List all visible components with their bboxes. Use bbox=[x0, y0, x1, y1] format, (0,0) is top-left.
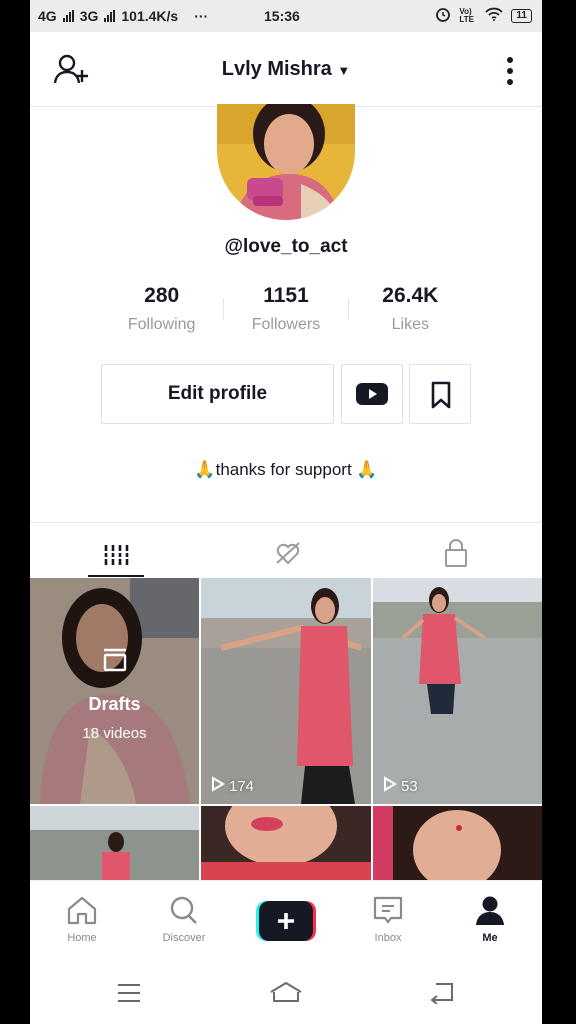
create-video-button[interactable] bbox=[256, 901, 316, 941]
video-thumbnail bbox=[373, 578, 542, 804]
play-icon bbox=[383, 776, 397, 796]
profile-icon bbox=[473, 896, 507, 928]
network-1-label: 4G bbox=[38, 8, 57, 24]
clock: 15:36 bbox=[264, 8, 300, 24]
play-icon bbox=[211, 776, 225, 796]
avatar[interactable] bbox=[217, 104, 355, 220]
heart-hidden-icon bbox=[268, 542, 308, 573]
video-tile[interactable]: 53 bbox=[373, 578, 542, 804]
wifi-icon bbox=[485, 7, 504, 24]
drafts-overlay: Drafts 18 videos bbox=[30, 578, 199, 804]
view-count: 174 bbox=[211, 776, 254, 796]
view-count-value: 174 bbox=[229, 777, 255, 795]
profile-header: Lvly Mishra ▼ bbox=[30, 32, 542, 107]
video-thumbnail bbox=[30, 806, 199, 880]
account-switcher[interactable]: Lvly Mishra ▼ bbox=[30, 58, 542, 81]
youtube-icon bbox=[356, 383, 388, 410]
caret-down-icon: ▼ bbox=[337, 63, 351, 78]
video-tile[interactable] bbox=[201, 806, 371, 880]
network-speed: 101.4K/s bbox=[121, 8, 179, 24]
video-tile[interactable] bbox=[30, 806, 199, 880]
edit-profile-button[interactable]: Edit profile bbox=[101, 364, 334, 424]
back-icon[interactable] bbox=[428, 980, 456, 1009]
home-icon bbox=[65, 896, 99, 928]
drafts-title: Drafts bbox=[88, 694, 141, 714]
battery-indicator: 11 bbox=[511, 8, 532, 23]
stats-row: 280 Following 1151 Followers 26.4K Likes bbox=[100, 284, 472, 334]
alarm-icon bbox=[435, 6, 451, 25]
drafts-box-icon bbox=[100, 644, 130, 679]
volte-label: Vo) LTE bbox=[459, 6, 474, 24]
video-tile[interactable] bbox=[373, 806, 542, 880]
followers-stat[interactable]: 1151 Followers bbox=[224, 284, 347, 334]
phone-screen: 4G 3G 101.4K/s ··· 15:36 Vo) LTE 11 Lvly… bbox=[30, 0, 542, 1024]
following-label: Following bbox=[127, 316, 196, 333]
praying-hands-icon: 🙏 bbox=[356, 460, 378, 479]
tab-liked[interactable] bbox=[268, 537, 308, 569]
tabbar-me-label: Me bbox=[482, 932, 498, 944]
bottom-tab-bar: Home Discover Inbox Me bbox=[30, 880, 542, 961]
tabbar-discover[interactable]: Discover bbox=[144, 895, 224, 944]
inbox-icon bbox=[371, 896, 405, 928]
drafts-count: 18 videos bbox=[82, 725, 147, 742]
video-thumbnail bbox=[373, 806, 542, 880]
likes-label: Likes bbox=[391, 316, 429, 333]
lock-icon bbox=[436, 539, 476, 573]
video-thumbnail bbox=[201, 806, 371, 880]
tabbar-inbox-label: Inbox bbox=[374, 932, 402, 944]
content-tabs bbox=[30, 522, 542, 579]
more-options-icon[interactable] bbox=[506, 56, 514, 86]
signal-2-icon bbox=[104, 10, 116, 22]
view-count-value: 53 bbox=[401, 777, 418, 795]
menu-icon[interactable] bbox=[116, 982, 142, 1009]
grid-icon bbox=[96, 545, 136, 573]
following-stat[interactable]: 280 Following bbox=[100, 284, 223, 334]
favorites-button[interactable] bbox=[409, 364, 471, 424]
bookmark-icon bbox=[430, 381, 452, 414]
likes-count: 26.4K bbox=[382, 284, 439, 307]
bio: 🙏thanks for support 🙏 bbox=[30, 460, 542, 480]
praying-hands-icon: 🙏 bbox=[194, 460, 216, 479]
likes-stat[interactable]: 26.4K Likes bbox=[349, 284, 472, 334]
followers-count: 1151 bbox=[263, 284, 309, 307]
drafts-tile[interactable]: Drafts 18 videos bbox=[30, 578, 199, 804]
tabbar-me[interactable]: Me bbox=[450, 895, 530, 944]
following-count: 280 bbox=[144, 284, 180, 307]
status-bar: 4G 3G 101.4K/s ··· 15:36 Vo) LTE 11 bbox=[30, 0, 542, 32]
plus-icon bbox=[256, 901, 316, 941]
tabbar-inbox[interactable]: Inbox bbox=[348, 895, 428, 944]
system-nav-bar bbox=[30, 960, 542, 1024]
tab-videos[interactable] bbox=[96, 537, 136, 569]
tabbar-home-label: Home bbox=[67, 932, 97, 944]
bio-text: thanks for support bbox=[215, 460, 352, 479]
notification-dots: ··· bbox=[194, 8, 209, 24]
youtube-button[interactable] bbox=[341, 364, 403, 424]
home-nav-icon[interactable] bbox=[268, 980, 304, 1009]
search-icon bbox=[167, 896, 201, 928]
video-thumbnail bbox=[201, 578, 371, 804]
video-grid: Drafts 18 videos 174 53 bbox=[30, 578, 542, 880]
view-count: 53 bbox=[383, 776, 418, 796]
tabbar-discover-label: Discover bbox=[162, 932, 206, 944]
tabbar-home[interactable]: Home bbox=[42, 895, 122, 944]
video-tile[interactable]: 174 bbox=[201, 578, 371, 804]
signal-1-icon bbox=[62, 10, 74, 22]
username: @love_to_act bbox=[224, 236, 348, 257]
tab-private[interactable] bbox=[436, 537, 476, 569]
network-2-label: 3G bbox=[79, 8, 99, 24]
page-title: Lvly Mishra bbox=[221, 58, 332, 80]
active-tab-indicator bbox=[88, 575, 144, 577]
followers-label: Followers bbox=[251, 316, 321, 333]
